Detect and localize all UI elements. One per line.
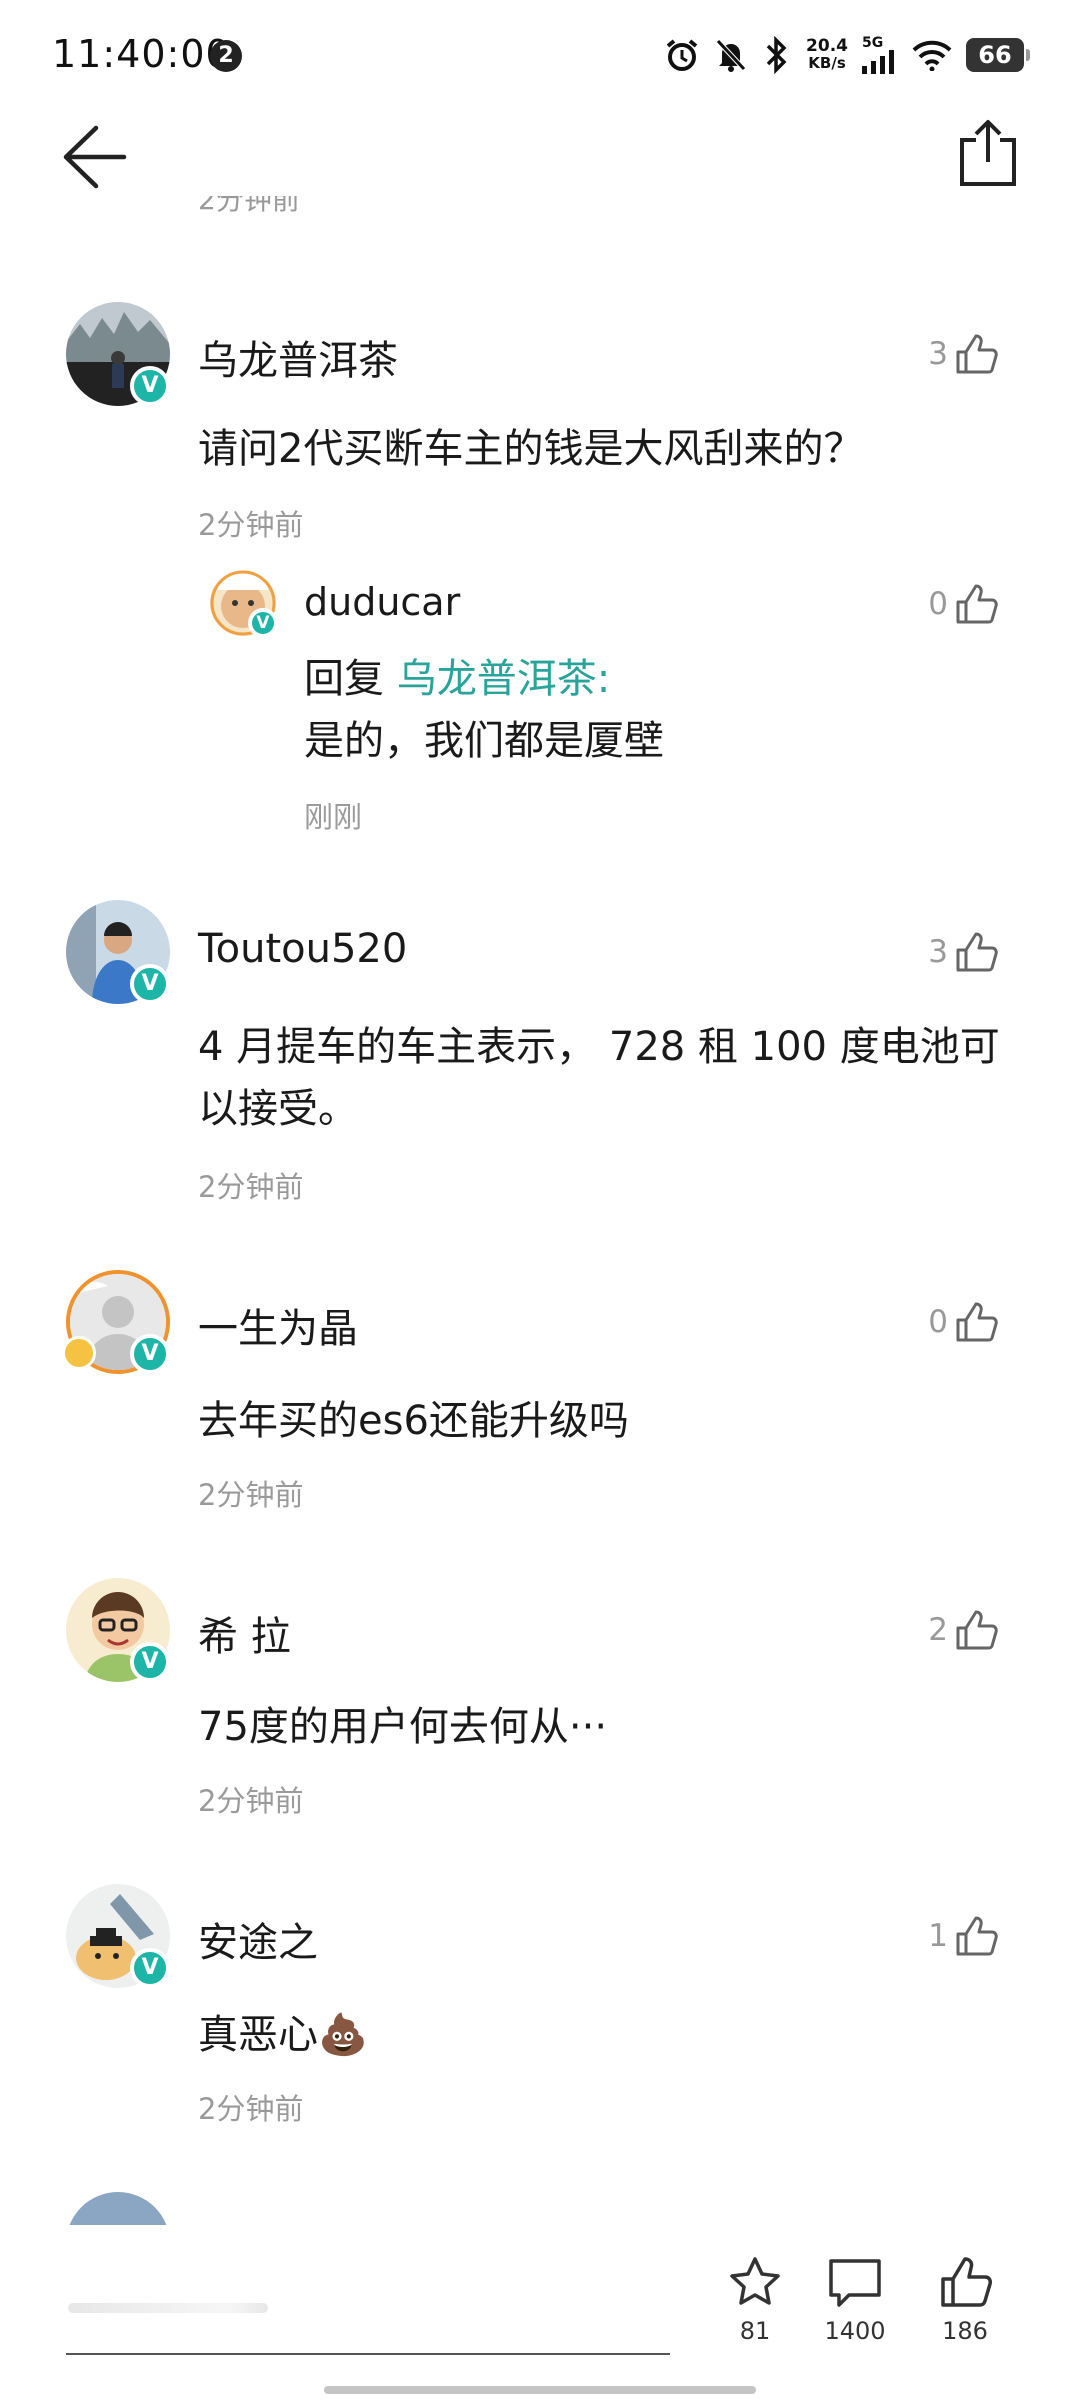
comment-username[interactable]: Toutou520 (198, 926, 407, 972)
reply-username[interactable]: duducar (304, 580, 460, 624)
level-badge-icon (62, 1336, 96, 1370)
back-button[interactable] (58, 122, 128, 192)
thumbs-up-icon (956, 584, 998, 624)
avatar[interactable]: V (66, 1578, 170, 1682)
like-button[interactable]: 1 (928, 1914, 998, 1958)
verified-badge-icon: V (130, 1642, 170, 1682)
like-count: 186 (942, 2317, 988, 2345)
next-comment-avatar-partial (66, 2192, 170, 2226)
mute-bell-icon (716, 39, 746, 72)
favorite-button[interactable]: 81 (700, 2255, 810, 2345)
verified-badge-icon: V (130, 1334, 170, 1374)
reply-text: 回复 乌龙普洱茶: 是的，我们都是厦壁 (304, 648, 1044, 772)
comment-bubble-icon (829, 2259, 881, 2307)
comment-username[interactable]: 安途之 (198, 1910, 318, 1968)
status-bar: 11:40:00 2 20.4 KB/s 5G 66 (0, 0, 1080, 110)
wifi-icon (912, 40, 952, 71)
thumbs-up-icon (956, 932, 998, 972)
reply-body: 是的，我们都是厦壁 (304, 718, 664, 764)
thumbs-up-icon (956, 1302, 998, 1342)
notification-count-badge: 2 (210, 40, 242, 72)
comment-text: 真恶心💩 (198, 2012, 368, 2058)
avatar[interactable]: V (66, 900, 170, 1004)
like-button[interactable]: 3 (928, 930, 998, 974)
comment-input-placeholder (68, 2303, 268, 2313)
like-count: 1 (928, 1918, 948, 1954)
bottom-action-bar: 81 1400 186 (0, 2225, 1080, 2400)
like-count: 3 (928, 934, 948, 970)
reply-prefix: 回复 (304, 656, 384, 702)
previous-comment-time: 2分钟前 (198, 196, 300, 216)
like-button[interactable]: 0 (928, 1300, 998, 1344)
like-count: 0 (928, 586, 948, 622)
verified-badge-icon: V (130, 964, 170, 1004)
comment-text: 请问2代买断车主的钱是大风刮来的？ (198, 426, 864, 472)
avatar[interactable]: V (66, 1884, 170, 1988)
comment-time: 2分钟前 (198, 1170, 304, 1204)
thumbs-up-icon (956, 334, 998, 374)
thumbs-up-icon (941, 2257, 992, 2307)
comment-username[interactable]: 一生为晶 (198, 1296, 358, 1354)
verified-badge-icon: V (130, 1948, 170, 1988)
comment-time: 2分钟前 (198, 508, 304, 542)
comment-username[interactable]: 乌龙普洱茶 (198, 328, 398, 386)
comment-text: 去年买的es6还能升级吗 (198, 1398, 629, 1444)
verified-badge-icon: V (248, 608, 278, 638)
reply-time: 刚刚 (304, 800, 363, 834)
comment-input[interactable] (66, 2255, 670, 2355)
avatar[interactable]: V (66, 302, 170, 406)
like-count: 0 (928, 1304, 948, 1340)
star-icon (730, 2257, 780, 2305)
battery-indicator: 66 (966, 38, 1030, 72)
comment-text: 4 月提车的车主表示， 728 租 100 度电池可以接受。 (198, 1024, 1000, 1132)
avatar[interactable]: V (62, 1270, 170, 1374)
thumbs-up-icon (956, 1916, 998, 1956)
like-button[interactable]: 3 (928, 332, 998, 376)
like-button[interactable]: 2 (928, 1608, 998, 1652)
network-speed: 20.4 KB/s (806, 36, 848, 72)
alarm-icon (666, 39, 698, 71)
status-time: 11:40:00 (52, 32, 231, 76)
reply-like-button[interactable]: 0 (928, 582, 998, 626)
like-post-button[interactable]: 186 (910, 2255, 1020, 2345)
comment-username[interactable]: 希 拉 (198, 1604, 291, 1662)
signal-bars-icon (862, 50, 894, 74)
cellular-signal: 5G (862, 36, 898, 74)
like-count: 3 (928, 336, 948, 372)
verified-badge-icon: V (130, 366, 170, 406)
comment-count: 1400 (824, 2317, 886, 2345)
comment-time: 2分钟前 (198, 1784, 304, 1818)
share-button[interactable] (956, 118, 1020, 188)
home-indicator[interactable] (324, 2386, 756, 2394)
favorite-count: 81 (739, 2317, 771, 2345)
thumbs-up-icon (956, 1610, 998, 1650)
bluetooth-icon (766, 36, 787, 74)
comment-time: 2分钟前 (198, 2092, 304, 2126)
comments-button[interactable]: 1400 (800, 2255, 910, 2345)
back-arrow-icon (63, 125, 127, 189)
reply-avatar[interactable]: V (210, 570, 278, 638)
reply-target-link[interactable]: 乌龙普洱茶: (397, 656, 610, 702)
status-icons: 20.4 KB/s 5G 66 (664, 30, 1030, 80)
comment-time: 2分钟前 (198, 1478, 304, 1512)
like-count: 2 (928, 1612, 948, 1648)
comment-text: 75度的用户何去何从··· (198, 1704, 608, 1750)
share-icon (960, 120, 1016, 186)
